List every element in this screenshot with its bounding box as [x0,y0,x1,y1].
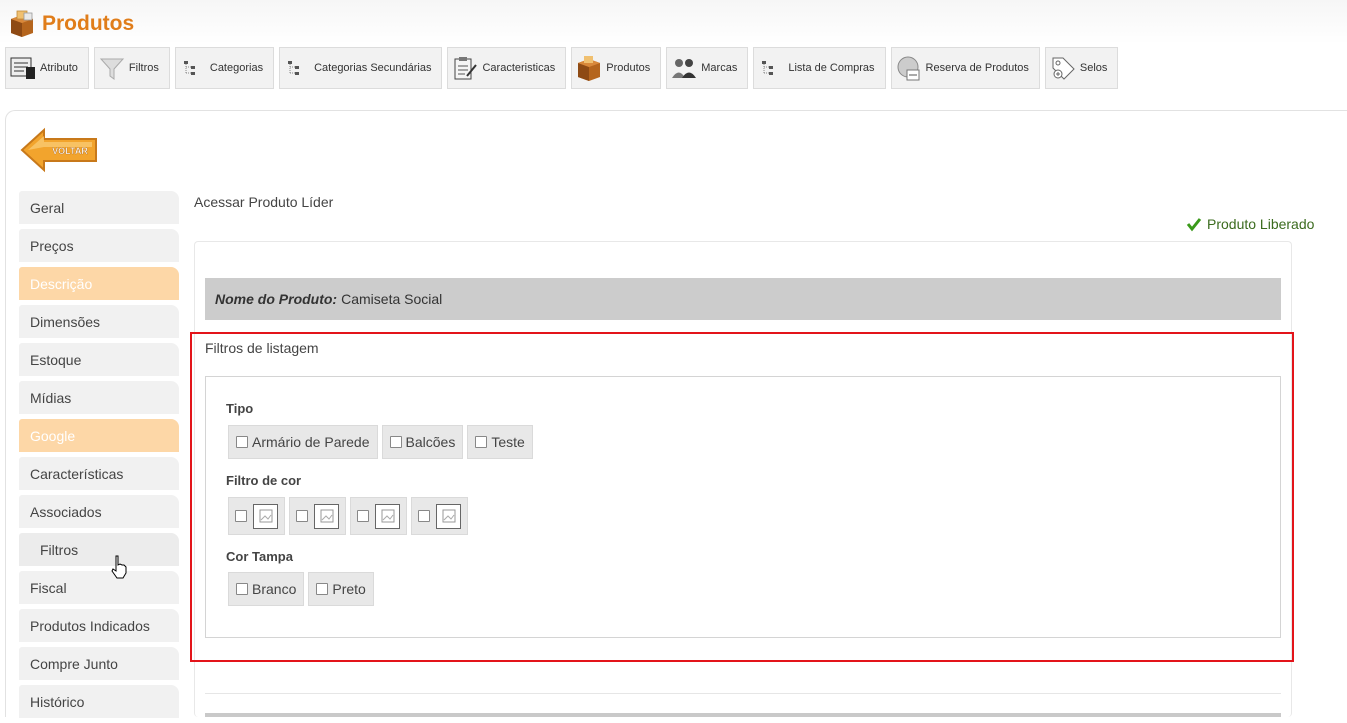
tree-icon [183,61,195,75]
toolbar-lista-de-compras-button[interactable]: Lista de Compras [753,47,886,89]
toolbar-produtos-button[interactable]: Produtos [571,47,662,89]
checkbox[interactable] [236,583,248,595]
toolbar-categorias-secundarias-button[interactable]: Categorias Secundárias [279,47,443,89]
tree-icon [288,61,300,75]
toolbar-label: Produtos [606,62,651,74]
status-label: Produto Liberado [1207,216,1315,232]
toolbar-label: Categorias [209,62,264,74]
checkbox[interactable] [316,583,329,595]
checkbox[interactable] [418,510,430,522]
color-option-3[interactable] [350,497,407,535]
box-icon [11,10,33,37]
tab-associados[interactable]: Associados [19,495,179,528]
page-title: Produtos [42,12,135,35]
option-teste[interactable]: Teste [467,425,533,459]
toolbar-filtros-button[interactable]: Filtros [93,47,170,89]
color-options [228,497,468,535]
clipboard-icon [454,57,478,80]
tab-google[interactable]: Google [19,419,179,452]
calendar-icon [897,56,920,81]
acessar-produto-lider-link[interactable]: Acessar Produto Líder [194,194,333,210]
checkmark-icon [1186,218,1202,232]
tree-icon [762,61,774,75]
toolbar-reserva-de-produtos-button[interactable]: Reserva de Produtos [890,47,1040,89]
group-label-cor-tampa: Cor Tampa [226,549,293,564]
checkbox[interactable] [236,436,248,448]
tipo-options: Armário de Parede Balcões Teste [228,425,533,459]
tab-midias[interactable]: Mídias [19,381,179,414]
toolbar-label: Atributo [40,62,78,74]
tab-estoque[interactable]: Estoque [19,343,179,376]
tab-fiscal[interactable]: Fiscal [19,571,179,604]
group-label-filtro-de-cor: Filtro de cor [226,473,302,488]
toolbar-label: Reserva de Produtos [925,62,1029,74]
tab-produtos-indicados[interactable]: Produtos Indicados [19,609,179,642]
tab-descricao[interactable]: Descrição [19,267,179,300]
checkbox[interactable] [389,436,402,448]
option-label: Balcões [405,434,456,450]
attribute-icon [10,57,35,79]
broken-image-icon [314,503,339,529]
group-label-tipo: Tipo [226,401,254,416]
tab-filtros[interactable]: Filtros [19,533,179,566]
product-name-bar: Nome do Produto: Camiseta Social [205,278,1281,320]
option-branco[interactable]: Branco [228,572,305,606]
toolbar-caracteristicas-button[interactable]: Caracteristicas [447,47,567,89]
toolbar-label: Selos [1079,62,1108,74]
toolbar-marcas-button[interactable]: Marcas [666,47,749,89]
toolbar-label: Caracteristicas [482,62,556,74]
top-bar [0,0,1347,44]
back-label: VOLTAR [52,146,88,156]
toolbar-label: Marcas [701,62,738,74]
toolbar-label: Lista de Compras [788,62,875,74]
divider [205,713,1281,717]
product-name-label: Nome do Produto: [215,291,338,307]
funnel-icon [99,58,125,80]
divider [205,693,1281,694]
tab-historico[interactable]: Histórico [19,685,179,718]
broken-image-icon [253,503,278,529]
toolbar-categorias-button[interactable]: Categorias [174,47,275,89]
option-preto[interactable]: Preto [308,572,374,606]
option-armario-de-parede[interactable]: Armário de Parede [228,425,378,459]
toolbar-selos-button[interactable]: Selos [1044,47,1119,89]
tab-dimensoes[interactable]: Dimensões [19,305,179,338]
option-label: Teste [491,434,525,450]
app-header: Produtos [8,8,134,40]
option-label: Branco [252,581,297,597]
option-label: Armário de Parede [252,434,370,450]
toolbar-atributo-button[interactable]: Atributo [5,47,89,89]
color-option-2[interactable] [289,497,346,535]
checkbox[interactable] [235,510,247,522]
checkbox[interactable] [475,436,488,448]
broken-image-icon [436,503,461,529]
broken-image-icon [375,503,400,529]
option-balcoes[interactable]: Balcões [381,425,464,459]
tab-compre-junto[interactable]: Compre Junto [19,647,179,680]
color-option-4[interactable] [411,497,468,535]
product-tabs: Geral Preços Descrição Dimensões Estoque… [19,191,179,723]
toolbar-label: Filtros [128,62,159,74]
box-icon [578,56,601,81]
tampa-options: Branco Preto [228,572,374,606]
people-icon [672,59,697,78]
section-title: Filtros de listagem [205,340,319,356]
product-name-value: Camiseta Social [341,291,443,307]
hand-cursor-icon [111,555,127,579]
toolbar-label: Categorias Secundárias [314,62,432,74]
back-button[interactable]: VOLTAR [20,127,100,173]
tab-geral[interactable]: Geral [19,191,179,224]
module-toolbar: Atributo Filtros Categorias Categorias S… [5,47,1119,89]
tab-precos[interactable]: Preços [19,229,179,262]
option-label: Preto [332,581,366,597]
tab-caracteristicas[interactable]: Características [19,457,179,490]
checkbox[interactable] [357,510,369,522]
tag-icon [1052,57,1075,80]
color-option-1[interactable] [228,497,285,535]
status-badge: Produto Liberado [1186,216,1314,232]
checkbox[interactable] [296,510,308,522]
